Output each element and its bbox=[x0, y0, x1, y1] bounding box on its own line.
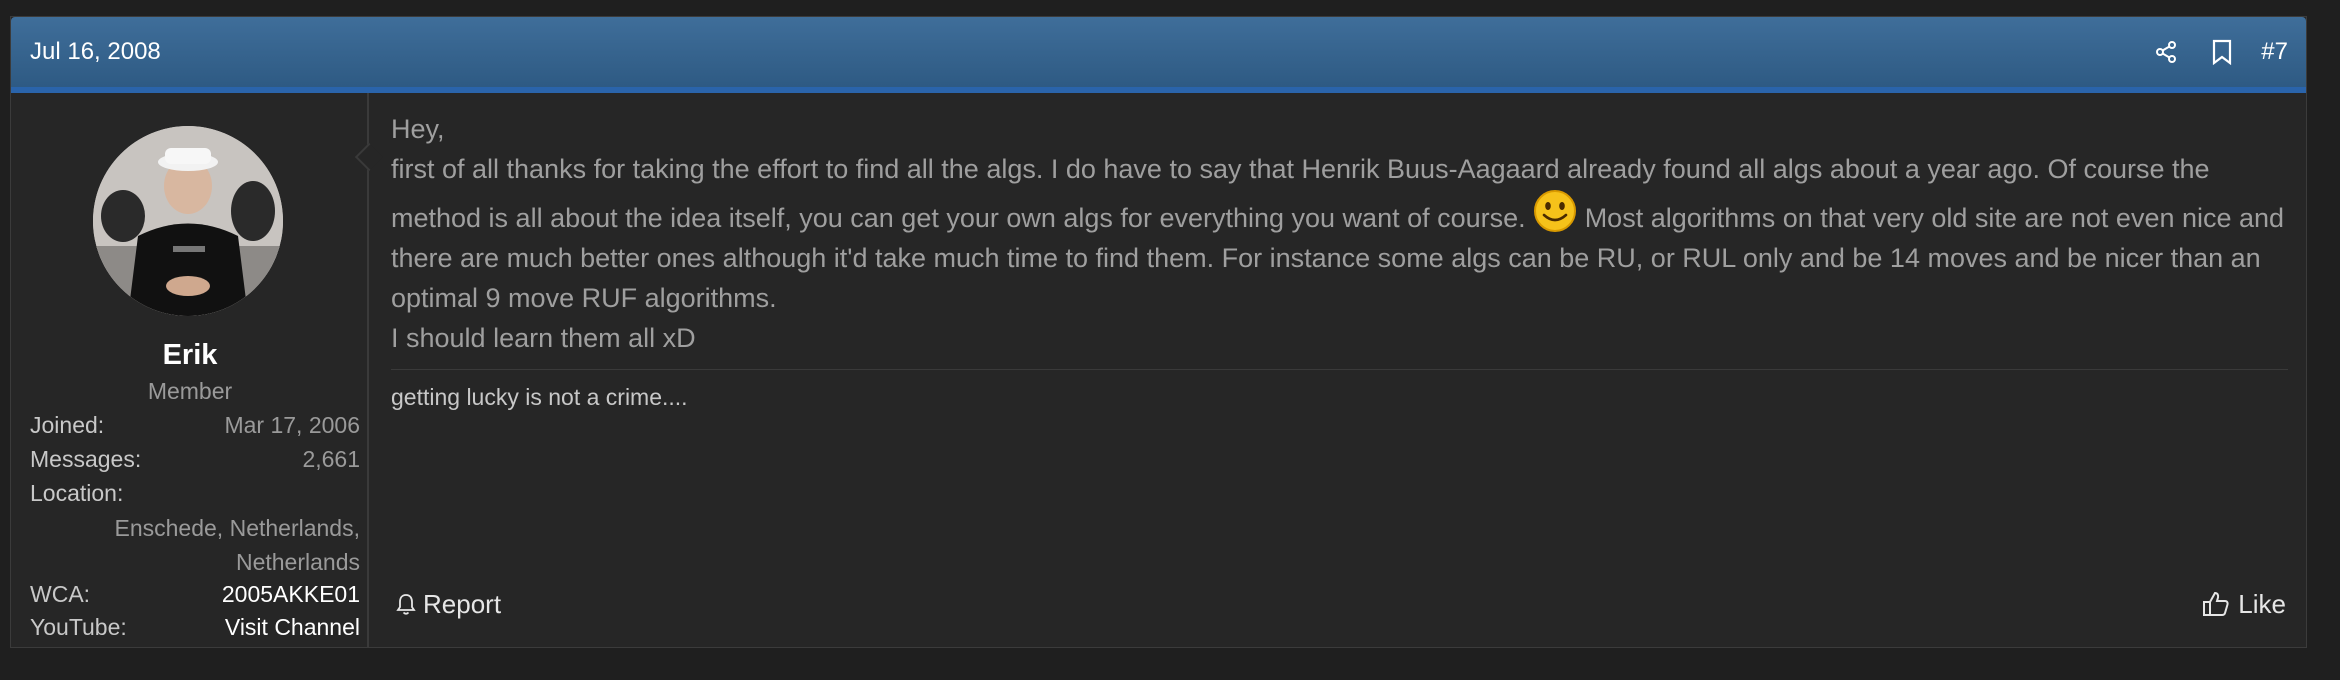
messages-label: Messages: bbox=[30, 446, 142, 472]
bell-icon bbox=[396, 594, 416, 615]
location-row: Location: Enschede, Netherlands, Netherl… bbox=[30, 477, 360, 577]
post-date[interactable]: Jul 16, 2008 bbox=[30, 36, 161, 68]
youtube-label: YouTube: bbox=[30, 614, 127, 640]
message-paragraph: first of all thanks for taking the effor… bbox=[391, 149, 2291, 318]
like-label: Like bbox=[2238, 589, 2286, 619]
smiley-icon bbox=[1533, 189, 1577, 233]
thumbs-up-icon bbox=[2203, 591, 2229, 616]
report-label: Report bbox=[423, 589, 502, 619]
message-body: Hey, first of all thanks for taking the … bbox=[391, 109, 2291, 358]
signature-divider bbox=[391, 369, 2288, 370]
avatar[interactable] bbox=[93, 126, 283, 316]
wca-label: WCA: bbox=[30, 581, 91, 607]
post-container: Jul 16, 2008 #7 Erik Member Joined: Mar … bbox=[10, 16, 2307, 648]
user-info-column: Erik Member Joined: Mar 17, 2006 Message… bbox=[11, 93, 369, 647]
report-button[interactable]: Report bbox=[395, 588, 501, 620]
youtube-link[interactable]: Visit Channel bbox=[225, 611, 360, 643]
location-label: Location: bbox=[30, 480, 124, 506]
like-button[interactable]: Like bbox=[2202, 588, 2286, 620]
message-greeting: Hey, bbox=[391, 114, 445, 144]
share-icon[interactable] bbox=[2150, 36, 2182, 68]
user-title: Member bbox=[147, 378, 233, 404]
message-last-line: I should learn them all xD bbox=[391, 323, 696, 353]
wca-value[interactable]: 2005AKKE01 bbox=[222, 578, 360, 610]
post-header: Jul 16, 2008 #7 bbox=[11, 17, 2306, 87]
username[interactable]: Erik bbox=[11, 337, 369, 373]
signature: getting lucky is not a crime.... bbox=[391, 384, 688, 410]
location-value[interactable]: Enschede, Netherlands, Netherlands bbox=[100, 511, 361, 579]
joined-value: Mar 17, 2006 bbox=[224, 412, 360, 438]
post-number-link[interactable]: #7 bbox=[2261, 36, 2288, 68]
joined-label: Joined: bbox=[30, 412, 105, 438]
messages-value[interactable]: 2,661 bbox=[302, 443, 360, 475]
bookmark-icon[interactable] bbox=[2206, 36, 2238, 68]
